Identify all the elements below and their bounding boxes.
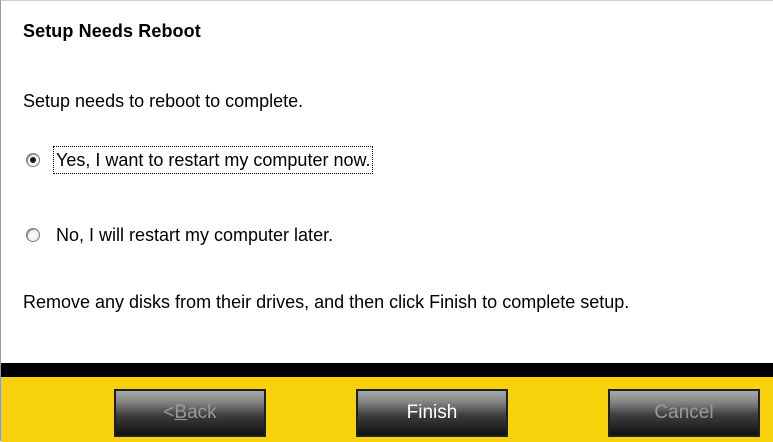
setup-window: Setup Needs Reboot Setup needs to reboot… xyxy=(0,0,773,442)
restart-later-option[interactable]: No, I will restart my computer later. xyxy=(26,222,335,248)
separator-bar xyxy=(1,363,773,377)
cancel-button[interactable]: Cancel xyxy=(608,389,760,437)
back-accelerator: B xyxy=(174,402,188,423)
back-prefix: < xyxy=(163,402,175,423)
restart-later-label[interactable]: No, I will restart my computer later. xyxy=(54,222,335,248)
finish-button[interactable]: Finish xyxy=(356,389,508,437)
dialog-content: Setup Needs Reboot Setup needs to reboot… xyxy=(1,1,773,363)
page-title: Setup Needs Reboot xyxy=(23,21,201,41)
restart-now-label[interactable]: Yes, I want to restart my computer now. xyxy=(52,146,374,174)
finish-instruction: Remove any disks from their drives, and … xyxy=(23,292,630,312)
button-footer: < Back Finish Cancel xyxy=(1,377,773,442)
radio-unchecked-icon[interactable] xyxy=(26,228,40,242)
radio-checked-icon[interactable] xyxy=(26,153,40,167)
radio-dot xyxy=(30,157,36,163)
back-rest: ack xyxy=(187,402,217,423)
restart-now-option[interactable]: Yes, I want to restart my computer now. xyxy=(26,146,374,174)
back-button[interactable]: < Back xyxy=(114,389,266,437)
reboot-message: Setup needs to reboot to complete. xyxy=(23,91,304,111)
